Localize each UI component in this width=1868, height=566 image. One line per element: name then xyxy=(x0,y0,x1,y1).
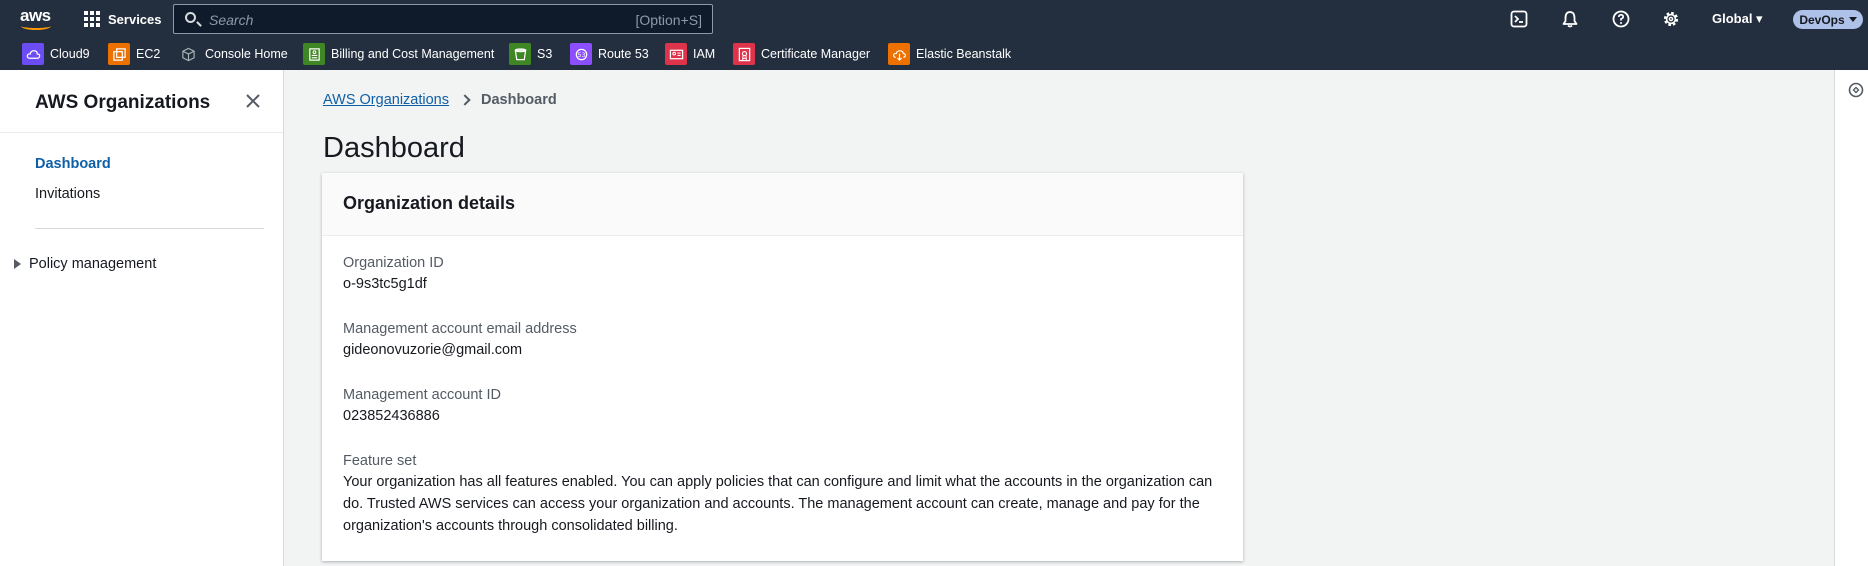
account-menu-button[interactable]: DevOps xyxy=(1793,10,1863,29)
favorite-billing[interactable]: Billing and Cost Management xyxy=(303,43,494,65)
sidebar-item-dashboard[interactable]: Dashboard xyxy=(35,156,111,172)
organization-details-card: Organization details Organization ID o-9… xyxy=(322,173,1243,561)
favorite-route53[interactable]: 53 Route 53 xyxy=(570,43,649,65)
favorite-label: Billing and Cost Management xyxy=(331,47,495,61)
favorite-label: Console Home xyxy=(205,47,288,61)
favorite-elastic-beanstalk[interactable]: Elastic Beanstalk xyxy=(888,43,1011,65)
close-icon[interactable] xyxy=(244,92,262,110)
field-label-feature-set: Feature set xyxy=(343,453,417,469)
sidebar-item-invitations[interactable]: Invitations xyxy=(35,186,100,202)
search-icon xyxy=(185,12,196,23)
field-value-organization-id: o-9s3tc5g1df xyxy=(343,276,427,292)
favorites-bar: Cloud9 EC2 Console Home Billing and Cost… xyxy=(0,38,1868,70)
favorite-label: EC2 xyxy=(136,47,161,61)
sidebar-title[interactable]: AWS Organizations xyxy=(35,92,210,114)
favorite-label: Route 53 xyxy=(598,47,649,61)
favorite-ec2[interactable]: EC2 xyxy=(108,43,160,65)
favorite-label: Elastic Beanstalk xyxy=(916,47,1012,61)
chevron-right-icon xyxy=(459,94,471,106)
top-nav-primary-row: aws Services Search [Option+S] Global ▾ … xyxy=(0,0,1868,38)
field-label-organization-id: Organization ID xyxy=(343,255,444,271)
favorite-iam[interactable]: IAM xyxy=(665,43,715,65)
search-input[interactable]: Search [Option+S] xyxy=(173,4,713,34)
field-value-feature-set: Your organization has all features enabl… xyxy=(343,474,1213,534)
breadcrumb: AWS Organizations Dashboard xyxy=(323,92,557,108)
favorite-label: Cloud9 xyxy=(50,47,90,61)
favorite-label: Certificate Manager xyxy=(761,47,871,61)
route53-icon: 53 xyxy=(570,43,592,65)
caret-right-icon xyxy=(14,259,21,269)
card-header: Organization details xyxy=(322,173,1243,236)
cloud9-icon xyxy=(22,43,44,65)
help-icon[interactable] xyxy=(1612,10,1630,28)
s3-icon xyxy=(509,43,531,65)
favorite-cloud9[interactable]: Cloud9 xyxy=(22,43,90,65)
account-label: DevOps xyxy=(1799,12,1845,27)
info-panel-icon[interactable] xyxy=(1848,82,1864,98)
sidebar-section-policy-management[interactable]: Policy management xyxy=(14,256,156,272)
favorite-s3[interactable]: S3 xyxy=(509,43,552,65)
favorite-certificate-manager[interactable]: Certificate Manager xyxy=(733,43,870,65)
search-shortcut-hint: [Option+S] xyxy=(635,12,702,28)
sidebar-divider xyxy=(35,228,264,229)
certificate-manager-icon xyxy=(733,43,755,65)
field-value-management-account-id: 023852436886 xyxy=(343,408,440,424)
field-label-management-account-id: Management account ID xyxy=(343,387,501,403)
iam-icon xyxy=(665,43,687,65)
grid-icon xyxy=(84,11,100,27)
field-label-management-email: Management account email address xyxy=(343,321,577,337)
favorite-label: IAM xyxy=(693,47,716,61)
console-home-icon xyxy=(177,43,199,65)
side-navigation: AWS Organizations Dashboard Invitations … xyxy=(0,70,284,566)
notifications-bell-icon[interactable] xyxy=(1561,10,1579,28)
page-title: Dashboard xyxy=(323,132,465,164)
caret-down-icon xyxy=(1848,17,1857,22)
top-navigation: aws Services Search [Option+S] Global ▾ … xyxy=(0,0,1868,70)
svg-text:53: 53 xyxy=(577,51,585,58)
billing-icon xyxy=(303,43,325,65)
ec2-icon xyxy=(108,43,130,65)
search-placeholder: Search xyxy=(209,12,254,28)
favorite-console-home[interactable]: Console Home xyxy=(177,43,288,65)
services-menu-button[interactable]: Services xyxy=(84,9,162,29)
card-title: Organization details xyxy=(343,193,516,213)
favorite-label: S3 xyxy=(537,47,553,61)
breadcrumb-link-organizations[interactable]: AWS Organizations xyxy=(323,92,449,108)
aws-smile-icon xyxy=(21,22,51,30)
sidebar-section-label: Policy management xyxy=(29,256,157,272)
sidebar-divider xyxy=(0,132,283,133)
utility-panel-strip xyxy=(1834,70,1868,566)
breadcrumb-current: Dashboard xyxy=(480,92,557,108)
settings-gear-icon[interactable] xyxy=(1662,10,1680,28)
aws-logo[interactable]: aws xyxy=(20,6,54,32)
region-selector[interactable]: Global ▾ xyxy=(1712,11,1763,27)
cloudshell-icon[interactable] xyxy=(1510,10,1528,28)
services-label: Services xyxy=(108,11,162,27)
field-value-management-email: gideonovuzorie@gmail.com xyxy=(343,342,523,358)
elastic-beanstalk-icon xyxy=(888,43,910,65)
